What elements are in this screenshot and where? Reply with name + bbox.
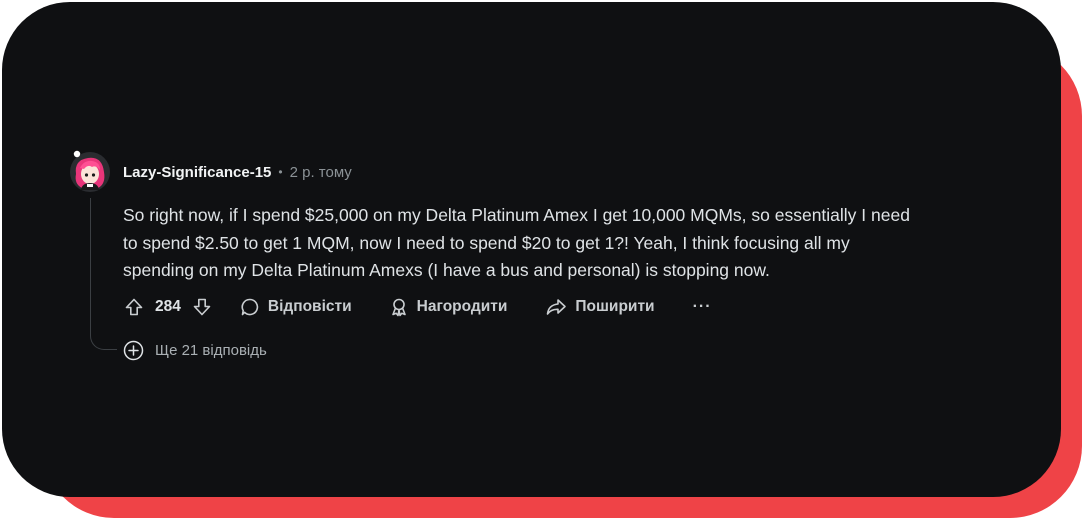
reply-button[interactable]: Відповісти bbox=[240, 297, 352, 317]
comment-action-bar: 284 Відповісти Нагородити Поширити ··· bbox=[123, 293, 712, 321]
more-replies-link[interactable]: Ще 21 відповідь bbox=[123, 339, 267, 361]
meta-separator: • bbox=[278, 165, 283, 179]
avatar[interactable] bbox=[68, 150, 112, 194]
screenshot-canvas: Lazy-Significance-15 • 2 р. тому So righ… bbox=[0, 0, 1084, 519]
plus-circle-icon bbox=[123, 340, 144, 360]
award-button[interactable]: Нагородити bbox=[389, 297, 508, 317]
more-options-button[interactable]: ··· bbox=[693, 298, 712, 316]
comment-body: So right now, if I spend $25,000 on my D… bbox=[123, 202, 1023, 285]
share-arrow-icon bbox=[547, 299, 567, 315]
share-button[interactable]: Поширити bbox=[545, 297, 655, 317]
comment-timestamp[interactable]: 2 р. тому bbox=[290, 164, 352, 181]
vote-score: 284 bbox=[155, 298, 181, 315]
speech-bubble-icon bbox=[241, 298, 259, 316]
award-ribbon-icon bbox=[391, 298, 406, 317]
author-link[interactable]: Lazy-Significance-15 bbox=[123, 164, 271, 181]
comment-body-line: spending on my Delta Platinum Amexs (I h… bbox=[123, 260, 770, 280]
comment-body-line: to spend $2.50 to get 1 MQM, now I need … bbox=[123, 232, 850, 253]
thread-line[interactable] bbox=[90, 198, 91, 328]
arrow-down-icon bbox=[193, 298, 211, 316]
award-label: Нагородити bbox=[416, 298, 508, 315]
comment-body-line: So right now, if I spend $25,000 on my D… bbox=[123, 205, 910, 225]
more-replies-label: Ще 21 відповідь bbox=[155, 341, 267, 359]
arrow-up-icon bbox=[125, 298, 143, 316]
anime-girl-avatar-icon bbox=[70, 150, 110, 192]
reply-label: Відповісти bbox=[267, 298, 352, 315]
downvote-button[interactable] bbox=[191, 296, 213, 318]
comment-header: Lazy-Significance-15 • 2 р. тому bbox=[123, 162, 352, 182]
share-label: Поширити bbox=[575, 298, 655, 315]
upvote-button[interactable] bbox=[123, 296, 145, 318]
thread-connector bbox=[90, 327, 117, 350]
